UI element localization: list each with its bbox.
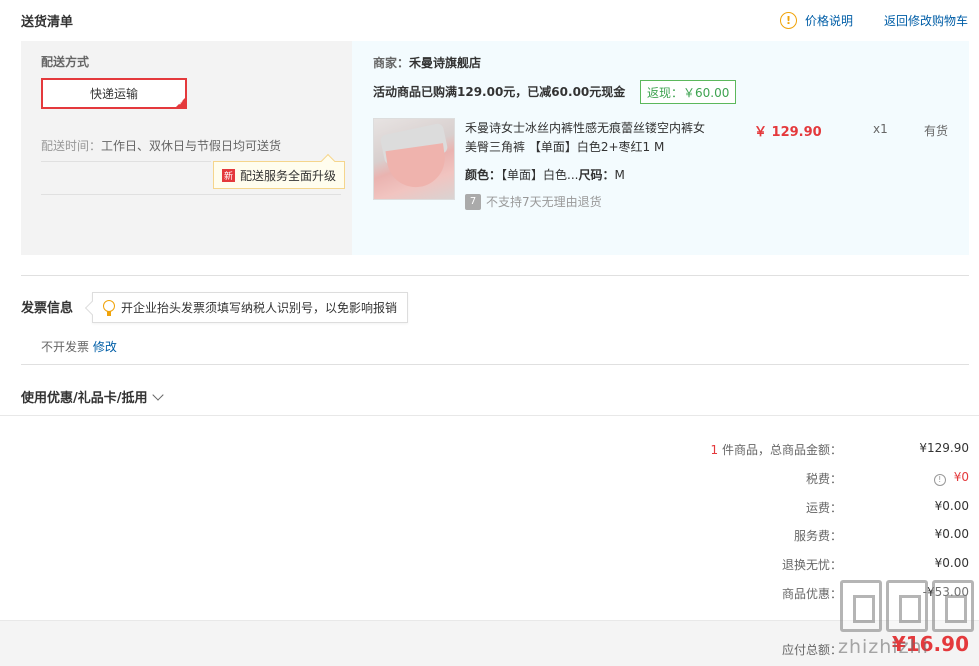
tax-value-wrap: ! ¥0	[933, 470, 969, 486]
product-name-link[interactable]: 禾曼诗女士冰丝内裤性感无痕蕾丝镂空内裤女美臀三角裤 【单面】白色2+枣红1 M	[465, 119, 715, 157]
cashback-badge: 返现：￥60.00	[640, 80, 737, 104]
discount-label: 商品优惠：	[781, 587, 842, 601]
price-info-link[interactable]: ! 价格说明	[780, 12, 853, 29]
watermark-glyph	[932, 580, 974, 632]
delivery-upgrade-tip[interactable]: 新 配送服务全面升级	[213, 153, 346, 189]
item-total-label: 1 件商品，总商品金额：	[711, 441, 842, 458]
shipping-method-label: 配送方式	[41, 55, 90, 69]
coupon-title: 使用优惠/礼品卡/抵用	[21, 391, 148, 406]
express-shipping-option[interactable]: 快递运输 ✓	[41, 78, 187, 109]
check-icon: ✓	[178, 99, 184, 107]
merchant-name: 禾曼诗旗舰店	[409, 56, 482, 70]
delivery-time-value: 工作日、双休日与节假日均可送货	[101, 139, 282, 153]
watermark-glyph	[886, 580, 928, 632]
service-fee-label: 服务费：	[793, 529, 842, 543]
promo-text: 活动商品已购满129.00元，已减60.00元现金	[373, 85, 626, 99]
payable-total-label: 应付总额：	[781, 643, 842, 657]
tax-value: ¥0	[953, 470, 969, 484]
return-worry-free-label: 退换无忧：	[781, 558, 842, 572]
invoice-tip: 开企业抬头发票须填写纳税人识别号，以免影响报销	[84, 292, 409, 323]
size-value: M	[614, 168, 625, 182]
return-policy: 7 不支持7天无理由退货	[465, 193, 602, 210]
return-policy-text: 不支持7天无理由退货	[486, 195, 602, 209]
divider	[41, 161, 211, 162]
shipping-list-title: 送货清单	[21, 15, 74, 30]
tooltip-arrow	[84, 300, 100, 316]
lightbulb-icon	[103, 299, 115, 316]
order-items-panel: 商家：禾曼诗旗舰店 活动商品已购满129.00元，已减60.00元现金 返现：￥…	[352, 41, 969, 255]
watermark-glyph	[840, 580, 882, 632]
product-image-item	[385, 143, 449, 191]
tax-label: 税费：	[805, 472, 842, 486]
return-worry-free-value: ¥0.00	[934, 556, 969, 570]
info-icon[interactable]: !	[933, 473, 946, 486]
product-stock: 有货	[924, 124, 949, 138]
color-label: 颜色：	[465, 168, 502, 182]
price-info-label: 价格说明	[805, 14, 854, 28]
merchant: 商家：禾曼诗旗舰店	[373, 54, 481, 71]
divider	[21, 275, 969, 276]
chevron-down-icon	[151, 388, 164, 401]
item-total-value: ¥129.90	[919, 441, 969, 455]
product-quantity: x1	[873, 122, 888, 136]
delivery-time: 配送时间：工作日、双休日与节假日均可送货	[41, 137, 281, 154]
invoice-status-text: 不开发票	[41, 340, 90, 354]
service-fee-value: ¥0.00	[934, 527, 969, 541]
site-watermark: zhizhizhi	[838, 580, 979, 666]
invoice-title: 发票信息	[21, 301, 74, 316]
delivery-time-label: 配送时间：	[41, 139, 102, 153]
warning-icon: !	[780, 12, 797, 29]
product-image[interactable]	[373, 118, 455, 200]
express-shipping-label: 快递运输	[89, 87, 138, 101]
item-total-label-text: 件商品，总商品金额：	[718, 443, 842, 457]
size-label: 尺码：	[578, 168, 615, 182]
merchant-label: 商家：	[373, 56, 410, 70]
coupon-toggle[interactable]: 使用优惠/礼品卡/抵用	[21, 387, 164, 406]
product-attributes: 颜色：【单面】白色...尺码：M	[465, 166, 625, 183]
divider	[21, 364, 969, 365]
watermark-text: zhizhizhi	[838, 636, 929, 658]
divider	[0, 415, 979, 416]
shipping-box: 配送方式 快递运输 ✓ 配送时间：工作日、双休日与节假日均可送货 新 配送服务全…	[21, 41, 969, 255]
divider	[41, 194, 341, 195]
invoice-status: 不开发票 修改	[41, 338, 117, 355]
freight-label: 运费：	[805, 501, 842, 515]
invoice-modify-link[interactable]: 修改	[93, 340, 117, 354]
freight-value: ¥0.00	[934, 499, 969, 513]
color-value: 【单面】白色...	[501, 168, 579, 182]
new-badge-icon: 新	[222, 168, 235, 182]
product-price: ￥ 129.90	[754, 125, 822, 140]
return-policy-icon: 7	[465, 193, 481, 210]
delivery-upgrade-text: 配送服务全面升级	[240, 168, 337, 183]
invoice-tip-text: 开企业抬头发票须填写纳税人识别号，以免影响报销	[121, 301, 398, 315]
back-to-cart-link[interactable]: 返回修改购物车	[884, 12, 968, 29]
